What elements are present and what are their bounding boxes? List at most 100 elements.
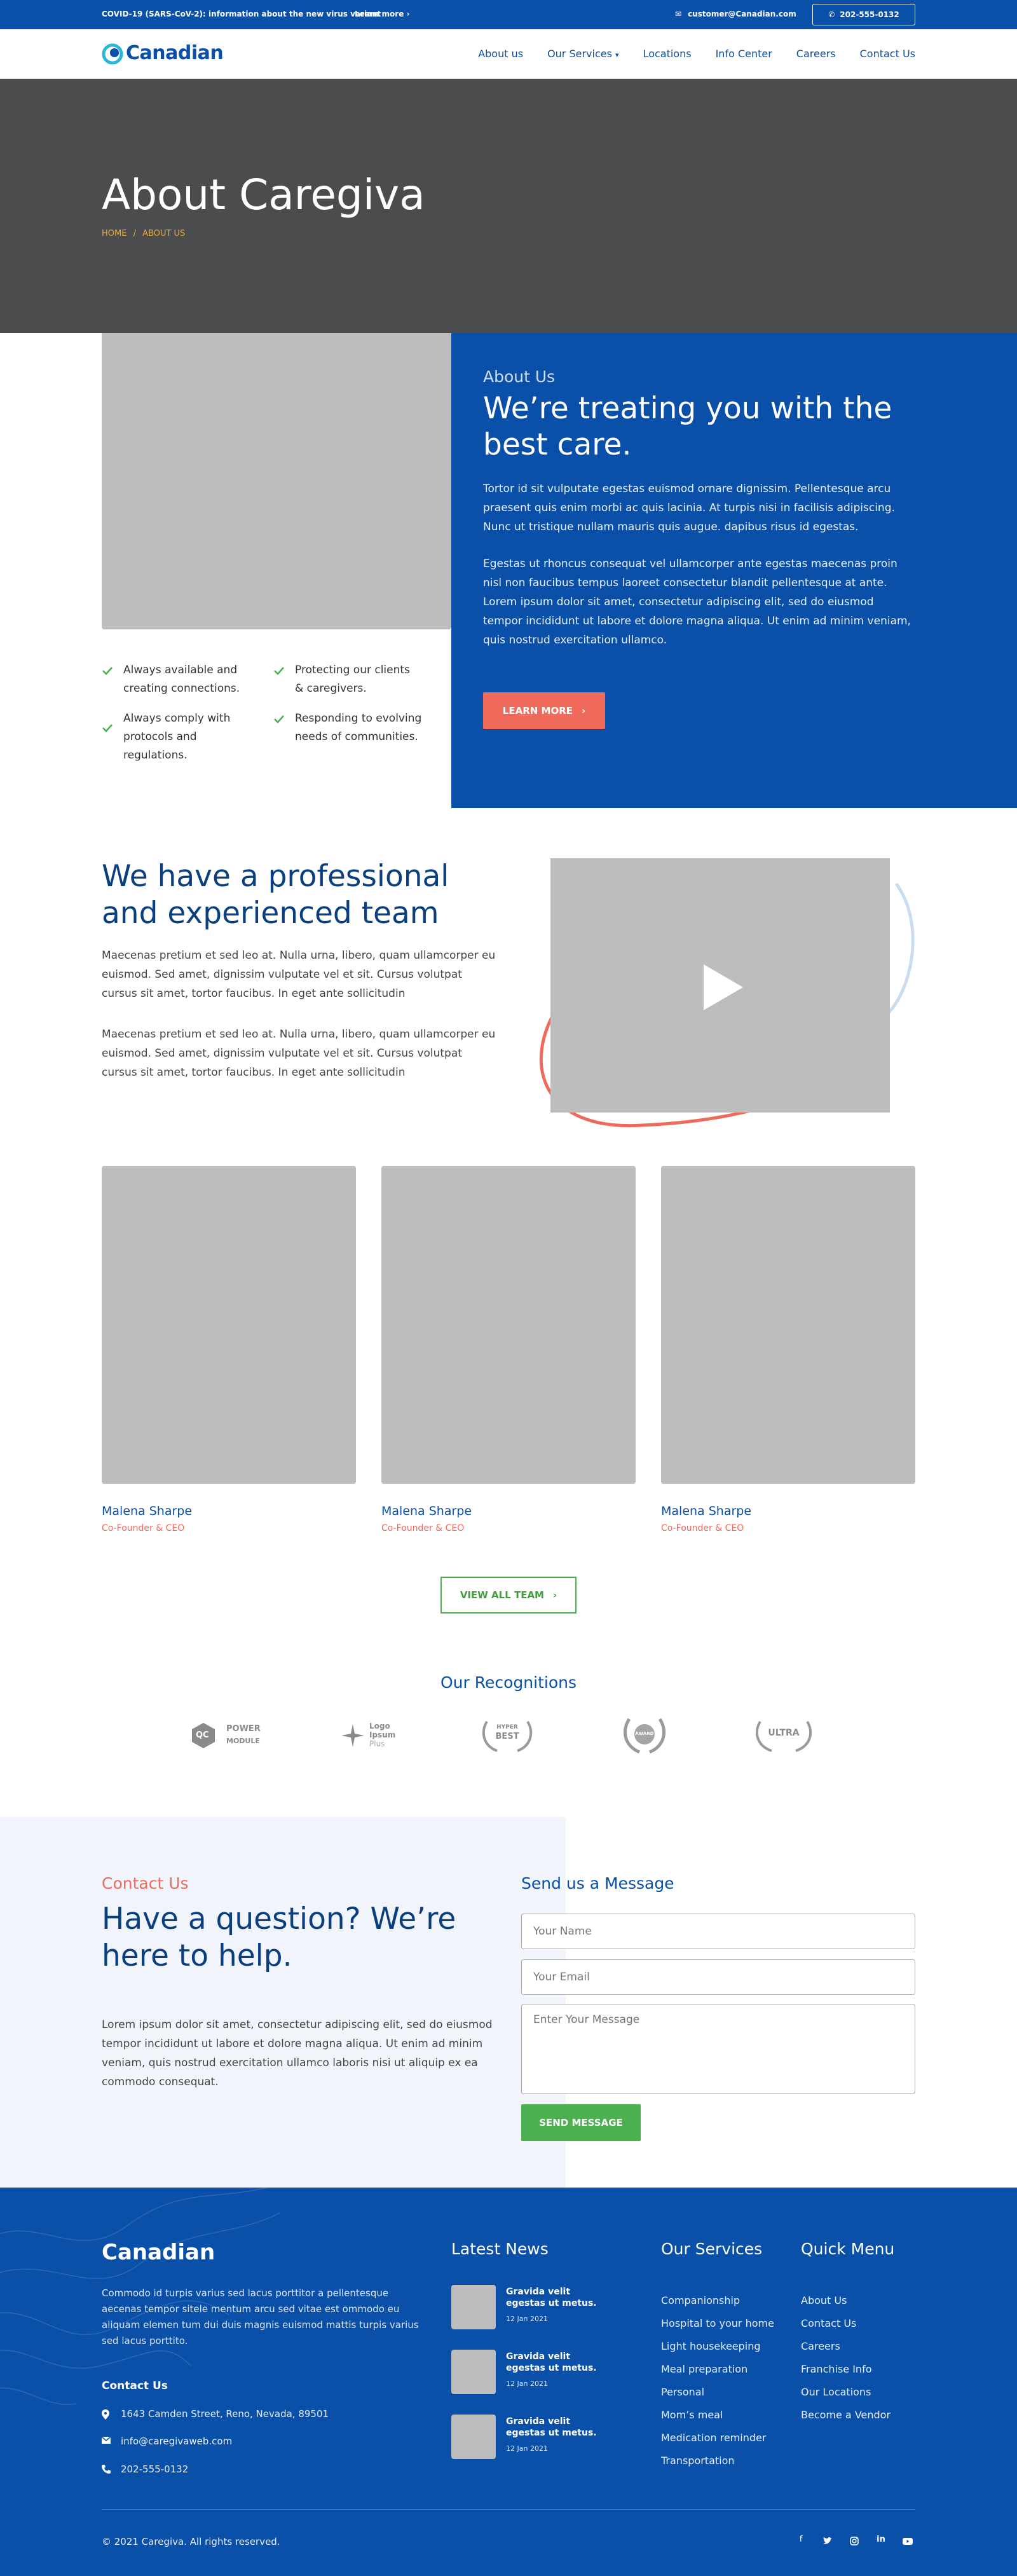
- team-heading: We have a professional and experienced t…: [102, 859, 449, 931]
- email-link[interactable]: ✉ customer@Canadian.com: [675, 10, 796, 18]
- site-header: Canadian About us Our Services ▾ Locatio…: [0, 29, 1017, 79]
- nav-info-center[interactable]: Info Center: [716, 48, 772, 60]
- email-field[interactable]: [521, 1959, 915, 1995]
- footer-divider: [102, 2509, 915, 2510]
- instagram-icon[interactable]: [848, 2535, 861, 2547]
- checkmark-icon: [274, 667, 284, 675]
- news-thumbnail[interactable]: [451, 2285, 496, 2329]
- checkmark-icon: [102, 667, 113, 675]
- message-field[interactable]: [521, 2004, 915, 2094]
- news-thumbnail[interactable]: [451, 2415, 496, 2459]
- check-item: Always available and creating connection…: [102, 661, 254, 698]
- team-member-photo[interactable]: [102, 1166, 356, 1484]
- nav-contact-us[interactable]: Contact Us: [860, 48, 915, 60]
- name-field[interactable]: [521, 1914, 915, 1949]
- footer-quick-link[interactable]: Franchise Info: [801, 2358, 891, 2381]
- envelope-icon: [102, 2437, 111, 2444]
- footer-email[interactable]: info@caregivaweb.com: [102, 2436, 232, 2447]
- team-member-name[interactable]: Malena Sharpe: [661, 1504, 751, 1518]
- footer-service-link[interactable]: Medication reminder: [661, 2427, 774, 2449]
- footer-service-link[interactable]: Light housekeeping: [661, 2335, 774, 2358]
- team-member-name[interactable]: Malena Sharpe: [102, 1504, 192, 1518]
- play-icon[interactable]: [701, 962, 746, 1013]
- footer-news-heading: Latest News: [451, 2240, 549, 2258]
- footer-brand[interactable]: Canadian: [102, 2240, 215, 2265]
- check-item: Protecting our clients & caregivers.: [273, 661, 420, 698]
- learn-more-button[interactable]: LEARN MORE ›: [483, 692, 605, 729]
- chevron-right-icon: ›: [406, 10, 410, 18]
- footer-quick-link[interactable]: Careers: [801, 2335, 891, 2358]
- learn-more-link[interactable]: Learn more ›: [355, 10, 409, 18]
- envelope-icon: ✉: [675, 10, 682, 18]
- recognition-logo: Logo Ipsum Plus: [340, 1716, 410, 1755]
- about-panel: About Us We’re treating you with the bes…: [451, 333, 1017, 808]
- check-item: Responding to evolving needs of communit…: [273, 709, 426, 746]
- brand-name[interactable]: Canadian: [126, 42, 224, 64]
- footer-service-link[interactable]: Companionship: [661, 2289, 774, 2312]
- nav-about-us[interactable]: About us: [478, 48, 523, 60]
- youtube-icon[interactable]: [901, 2535, 914, 2547]
- page-title: About Caregiva: [102, 170, 425, 219]
- send-message-button[interactable]: SEND MESSAGE: [521, 2104, 641, 2141]
- phone-button[interactable]: ✆ 202-555-0132: [812, 4, 915, 25]
- footer-quick-link[interactable]: Contact Us: [801, 2312, 891, 2335]
- nav-our-services[interactable]: Our Services ▾: [547, 48, 619, 60]
- about-heading: We’re treating you with the best care.: [483, 391, 892, 462]
- chevron-down-icon: ▾: [615, 51, 619, 59]
- news-date: 12 Jan 2021: [506, 2380, 548, 2388]
- footer-description: Commodo id turpis varius sed lacus portt…: [102, 2287, 419, 2346]
- team-member-photo[interactable]: [381, 1166, 636, 1484]
- footer-service-link[interactable]: Mom’s meal: [661, 2404, 774, 2427]
- nav-careers[interactable]: Careers: [796, 48, 836, 60]
- top-announcement-bar: COVID-19 (SARS-CoV-2): information about…: [0, 0, 1017, 29]
- breadcrumb: HOME / ABOUT US: [102, 229, 186, 238]
- footer-quick-heading: Quick Menu: [801, 2240, 895, 2258]
- brand-logo-icon[interactable]: [102, 43, 123, 65]
- chevron-right-icon: ›: [552, 1589, 557, 1601]
- footer-service-link[interactable]: Hospital to your home: [661, 2312, 774, 2335]
- view-all-team-button[interactable]: VIEW ALL TEAM ›: [440, 1577, 577, 1613]
- team-member-name[interactable]: Malena Sharpe: [381, 1504, 472, 1518]
- footer-address: 1643 Camden Street, Reno, Nevada, 89501: [102, 2408, 329, 2420]
- about-image: [102, 333, 451, 629]
- footer-quick-link[interactable]: Become a Vendor: [801, 2404, 891, 2427]
- team-paragraph-2: Maecenas pretium et sed leo at. Nulla ur…: [102, 1028, 496, 1079]
- site-footer: Canadian Commodo id turpis varius sed la…: [0, 2188, 1017, 2576]
- footer-services-heading: Our Services: [661, 2240, 763, 2258]
- news-title[interactable]: Gravida velit egestas ut metus.: [506, 2286, 608, 2309]
- footer-contact-heading: Contact Us: [102, 2380, 168, 2392]
- cross-icon: [341, 1724, 364, 1747]
- twitter-icon[interactable]: [821, 2535, 834, 2547]
- nav-locations[interactable]: Locations: [643, 48, 692, 60]
- news-title[interactable]: Gravida velit egestas ut metus.: [506, 2351, 608, 2374]
- checkmark-icon: [102, 724, 113, 732]
- team-video[interactable]: [550, 858, 890, 1113]
- linkedin-icon[interactable]: in: [875, 2535, 887, 2547]
- news-thumbnail[interactable]: [451, 2350, 496, 2394]
- contact-paragraph: Lorem ipsum dolor sit amet, consectetur …: [102, 2018, 493, 2088]
- breadcrumb-home[interactable]: HOME: [102, 229, 126, 238]
- phone-icon: [102, 2465, 111, 2474]
- footer-quick-link[interactable]: Our Locations: [801, 2381, 891, 2404]
- news-title[interactable]: Gravida velit egestas ut metus.: [506, 2416, 608, 2439]
- form-heading: Send us a Message: [521, 1874, 674, 1893]
- footer-service-link[interactable]: Meal preparation: [661, 2358, 774, 2381]
- footer-quick-link[interactable]: About Us: [801, 2289, 891, 2312]
- recognition-logo: QC POWER MODULE: [191, 1716, 280, 1755]
- footer-phone[interactable]: 202-555-0132: [102, 2463, 188, 2475]
- footer-service-link[interactable]: Personal: [661, 2381, 774, 2404]
- about-paragraph-1: Tortor id sit vulputate egestas euismod …: [483, 483, 895, 533]
- news-date: 12 Jan 2021: [506, 2315, 548, 2323]
- facebook-icon[interactable]: f: [795, 2535, 807, 2547]
- team-member-photo[interactable]: [661, 1166, 915, 1484]
- main-nav: About us Our Services ▾ Locations Info C…: [478, 48, 915, 60]
- page-hero: About Caregiva HOME / ABOUT US: [0, 79, 1017, 333]
- recognition-logo: HYPER BEST: [478, 1716, 536, 1755]
- phone-icon: ✆: [828, 10, 835, 19]
- footer-service-link[interactable]: Transportation: [661, 2449, 774, 2472]
- about-eyebrow: About Us: [483, 367, 556, 386]
- news-date: 12 Jan 2021: [506, 2444, 548, 2453]
- copyright: © 2021 Caregiva. All rights reserved.: [102, 2536, 280, 2547]
- location-pin-icon: [102, 2409, 109, 2420]
- about-paragraph-2: Egestas ut rhoncus consequat vel ullamco…: [483, 558, 911, 647]
